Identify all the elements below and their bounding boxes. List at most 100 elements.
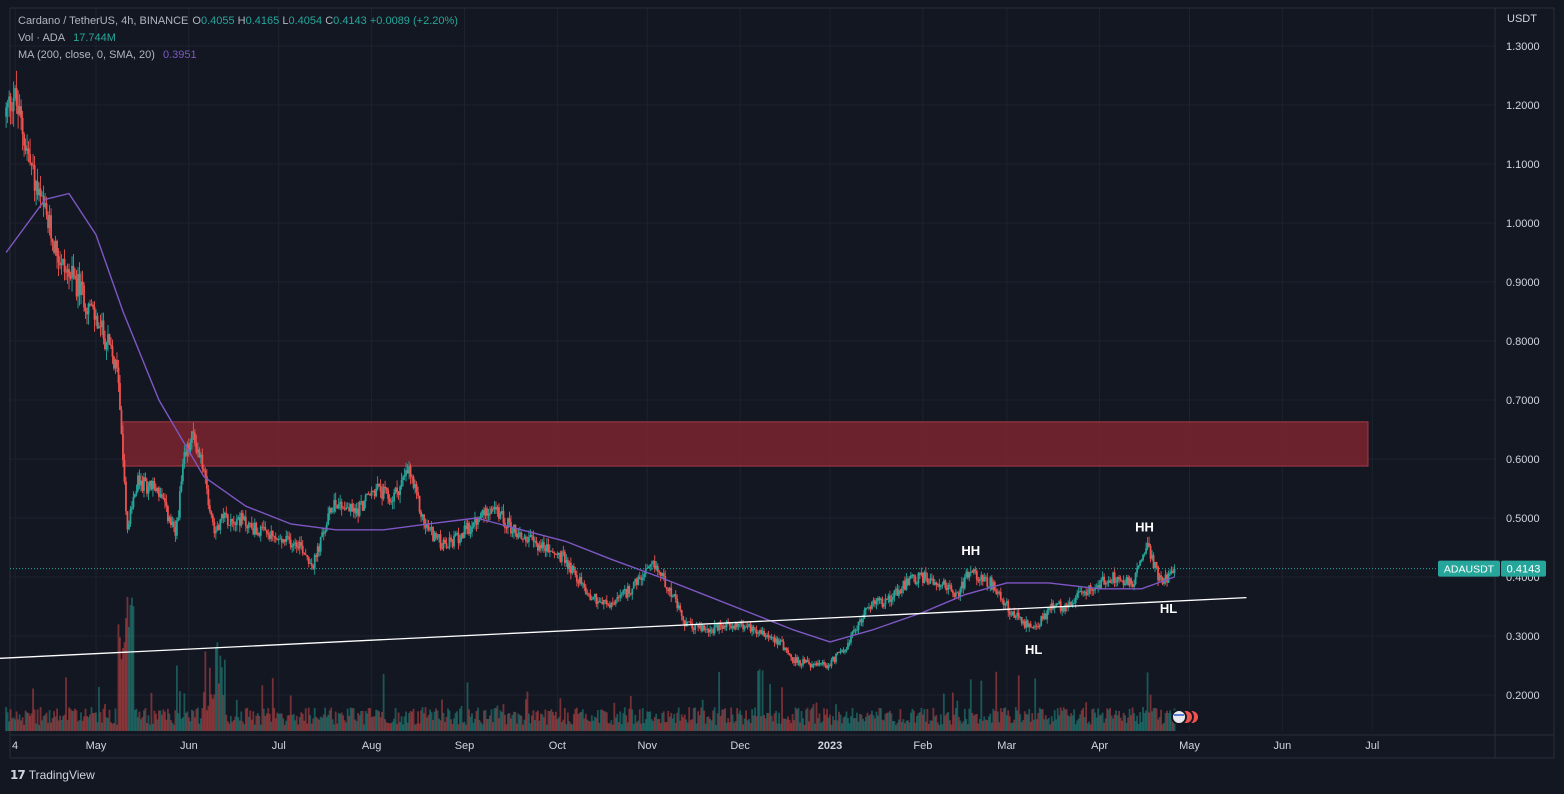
candle-body	[788, 653, 791, 655]
candle-body	[641, 577, 644, 580]
candle-body	[180, 481, 183, 492]
candle-body	[131, 507, 133, 510]
candle-body	[232, 521, 235, 524]
candle-body	[752, 626, 755, 630]
candle-body	[387, 489, 390, 499]
candle-body	[415, 484, 418, 493]
candle-body	[1017, 612, 1020, 618]
candle-body	[235, 519, 238, 526]
candle-body	[628, 586, 631, 594]
candle-body	[845, 649, 848, 652]
candle-body	[193, 432, 196, 444]
candle-body	[1010, 614, 1013, 616]
candle-body	[850, 636, 852, 643]
candle-body	[74, 275, 76, 279]
candle-body	[560, 551, 563, 562]
price-chart[interactable]: HHHHHLHLPotential bottom USDT1.30001.200…	[0, 0, 1564, 794]
candle-body	[614, 599, 617, 605]
ohlc-high-key: H	[237, 15, 246, 27]
candle-body	[839, 650, 842, 653]
candle-body	[204, 470, 207, 477]
candle-body	[883, 604, 885, 607]
candle-body	[535, 540, 538, 544]
candle-body	[550, 550, 553, 552]
candle-body	[1173, 568, 1176, 574]
legend-symbol-row[interactable]: Cardano / TetherUS, 4h, BINANCE O 0.4055 …	[18, 13, 458, 30]
candle-body	[403, 475, 406, 477]
candle-body	[105, 342, 108, 350]
candle-body	[271, 530, 274, 537]
legend-ma-row[interactable]: MA (200, close, 0, SMA, 20) 0.3951	[18, 47, 458, 64]
candle-body	[128, 523, 130, 530]
candle-body	[295, 542, 298, 547]
x-tick-label: Dec	[730, 740, 750, 752]
candle-body	[56, 240, 58, 257]
candle-body	[175, 520, 178, 536]
candle-body	[30, 162, 33, 165]
candle-body	[400, 479, 403, 487]
ohlc-close-value: 0.4143	[333, 15, 367, 27]
candle-body	[45, 203, 48, 215]
candle-body	[250, 523, 253, 528]
candle-body	[1160, 575, 1162, 578]
last-price-tag: ADAUSDT 0.4143	[1438, 560, 1546, 577]
candle-body	[161, 494, 163, 498]
event-flags[interactable]	[1171, 709, 1200, 725]
candle-body	[219, 519, 222, 531]
candle-body	[402, 476, 404, 480]
candle-body	[963, 576, 966, 589]
candle-body	[553, 552, 556, 554]
candle-body	[337, 504, 340, 509]
candle-body	[9, 96, 12, 111]
candle-body	[1046, 610, 1049, 620]
footer-branding[interactable]: 17 TradingView	[10, 768, 95, 782]
candle-body	[1014, 615, 1017, 618]
candle-body	[806, 659, 809, 662]
candle-body	[1110, 582, 1113, 584]
candle-body	[1137, 565, 1140, 568]
candle-body	[926, 578, 929, 583]
candle-body	[307, 557, 310, 564]
candle-body	[823, 662, 825, 665]
candle-body	[177, 517, 180, 521]
axis-currency[interactable]: USDT	[1507, 13, 1537, 25]
symbol-title[interactable]: Cardano / TetherUS, 4h, BINANCE	[18, 13, 188, 30]
candle-body	[39, 188, 42, 196]
candle-body	[436, 537, 439, 539]
y-tick-label: 0.8000	[1506, 336, 1540, 348]
x-tick-label: Mar	[997, 740, 1016, 752]
tradingview-logo-icon: 17	[10, 768, 26, 782]
candle-body	[21, 117, 24, 135]
candle-body	[671, 596, 674, 598]
legend-volume-row[interactable]: Vol · ADA 17.744M	[18, 30, 458, 47]
candle-body	[310, 563, 313, 566]
candle-body	[117, 367, 120, 383]
candle-body	[950, 585, 953, 591]
candle-body	[1076, 593, 1079, 598]
candle-body	[848, 642, 851, 644]
candle-body	[908, 578, 911, 585]
candle-body	[129, 509, 132, 524]
candle-body	[787, 650, 789, 654]
candle-body	[1134, 572, 1137, 585]
candle-body	[1133, 584, 1135, 588]
ma-label[interactable]: MA (200, close, 0, SMA, 20)	[18, 47, 155, 64]
candle-body	[435, 532, 437, 538]
candle-body	[135, 490, 138, 495]
brand-name: TradingView	[28, 768, 95, 782]
candle-body	[915, 583, 918, 585]
ohlc-open-value: 0.4055	[200, 15, 235, 27]
y-tick-label: 1.2000	[1506, 100, 1540, 112]
candle-body	[862, 618, 864, 623]
candle-body	[785, 647, 788, 651]
x-tick-label: 4	[12, 740, 18, 752]
candle-body	[192, 431, 195, 433]
candle-body	[670, 587, 673, 597]
candle-body	[12, 97, 15, 112]
volume-label[interactable]: Vol · ADA	[18, 30, 65, 47]
candle-body	[978, 579, 981, 582]
candle-body	[172, 521, 175, 528]
candle-body	[820, 663, 822, 665]
candle-body	[703, 625, 706, 630]
us-flag-icon[interactable]	[1171, 709, 1187, 725]
